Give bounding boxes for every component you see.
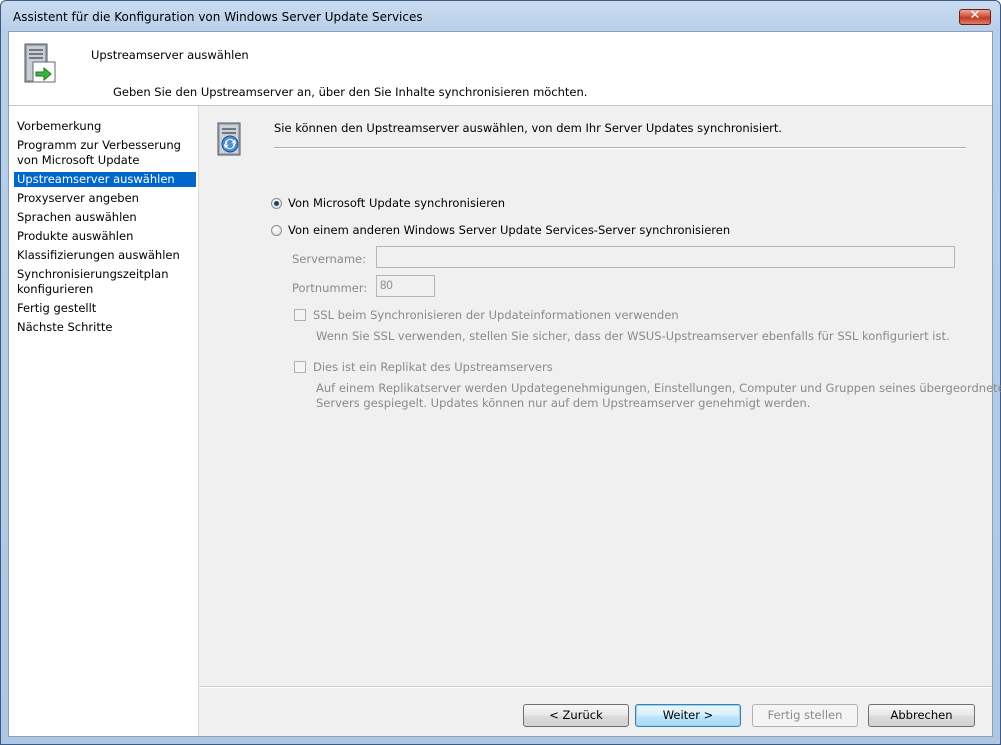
ssl-description: Wenn Sie SSL verwenden, stellen Sie sich… — [316, 329, 950, 343]
close-button[interactable]: ✕ — [959, 8, 991, 25]
page-subtitle: Geben Sie den Upstreamserver an, über de… — [113, 85, 588, 99]
page-title: Upstreamserver auswählen — [91, 48, 249, 62]
nav-item-naechste-schritte[interactable]: Nächste Schritte — [14, 320, 196, 335]
next-button[interactable]: Weiter > — [635, 704, 741, 727]
wizard-steps-nav: Vorbemerkung Programm zur Verbesserung v… — [9, 106, 199, 736]
portnummer-label: Portnummer: — [292, 281, 368, 295]
nav-item-programm[interactable]: Programm zur Verbesserung von Microsoft … — [14, 138, 196, 168]
portnummer-input[interactable] — [376, 275, 435, 297]
title-bar[interactable]: Assistent für die Konfiguration von Wind… — [1, 1, 1000, 31]
radio-selected-dot — [274, 201, 279, 206]
wizard-window: Assistent für die Konfiguration von Wind… — [0, 0, 1001, 745]
nav-item-proxyserver[interactable]: Proxyserver angeben — [14, 191, 196, 206]
radio-microsoft-update[interactable] — [271, 198, 282, 209]
wizard-header: Upstreamserver auswählen Geben Sie den U… — [9, 32, 992, 105]
servername-label: Servername: — [292, 252, 366, 266]
server-icon — [19, 42, 59, 86]
replica-description-line2: Servers gespiegelt. Updates können nur a… — [316, 396, 811, 410]
ssl-checkbox[interactable] — [294, 309, 306, 321]
window-title: Assistent für die Konfiguration von Wind… — [13, 10, 423, 24]
nav-item-zeitplan[interactable]: Synchronisierungszeitplan konfigurieren — [14, 267, 196, 297]
back-button[interactable]: < Zurück — [523, 704, 629, 727]
nav-item-klassifizierungen[interactable]: Klassifizierungen auswählen — [14, 248, 196, 263]
nav-item-sprachen[interactable]: Sprachen auswählen — [14, 210, 196, 225]
sync-server-icon — [212, 119, 248, 157]
cancel-button[interactable]: Abbrechen — [868, 704, 975, 727]
intro-text: Sie können den Upstreamserver auswählen,… — [274, 121, 783, 135]
radio-microsoft-update-label[interactable]: Von Microsoft Update synchronisieren — [288, 196, 505, 210]
nav-item-fertig-gestellt[interactable]: Fertig gestellt — [14, 301, 196, 316]
nav-item-produkte[interactable]: Produkte auswählen — [14, 229, 196, 244]
nav-item-vorbemerkung[interactable]: Vorbemerkung — [14, 119, 196, 134]
footer-divider — [199, 686, 992, 688]
replica-checkbox-label[interactable]: Dies ist ein Replikat des Upstreamserver… — [313, 360, 553, 374]
finish-button[interactable]: Fertig stellen — [752, 704, 858, 727]
ssl-checkbox-label[interactable]: SSL beim Synchronisieren der Updateinfor… — [313, 308, 679, 322]
replica-checkbox[interactable] — [294, 361, 306, 373]
radio-other-wsus-server[interactable] — [271, 225, 282, 236]
radio-other-wsus-server-label[interactable]: Von einem anderen Windows Server Update … — [288, 223, 730, 237]
wizard-main-panel: Sie können den Upstreamserver auswählen,… — [199, 106, 1001, 716]
servername-input[interactable] — [376, 246, 955, 268]
intro-divider — [274, 147, 966, 149]
wizard-client-area: Upstreamserver auswählen Geben Sie den U… — [8, 31, 1001, 737]
nav-item-upstreamserver[interactable]: Upstreamserver auswählen — [14, 172, 196, 187]
replica-description-line1: Auf einem Replikatserver werden Updatege… — [316, 381, 1001, 395]
close-icon: ✕ — [969, 8, 981, 23]
